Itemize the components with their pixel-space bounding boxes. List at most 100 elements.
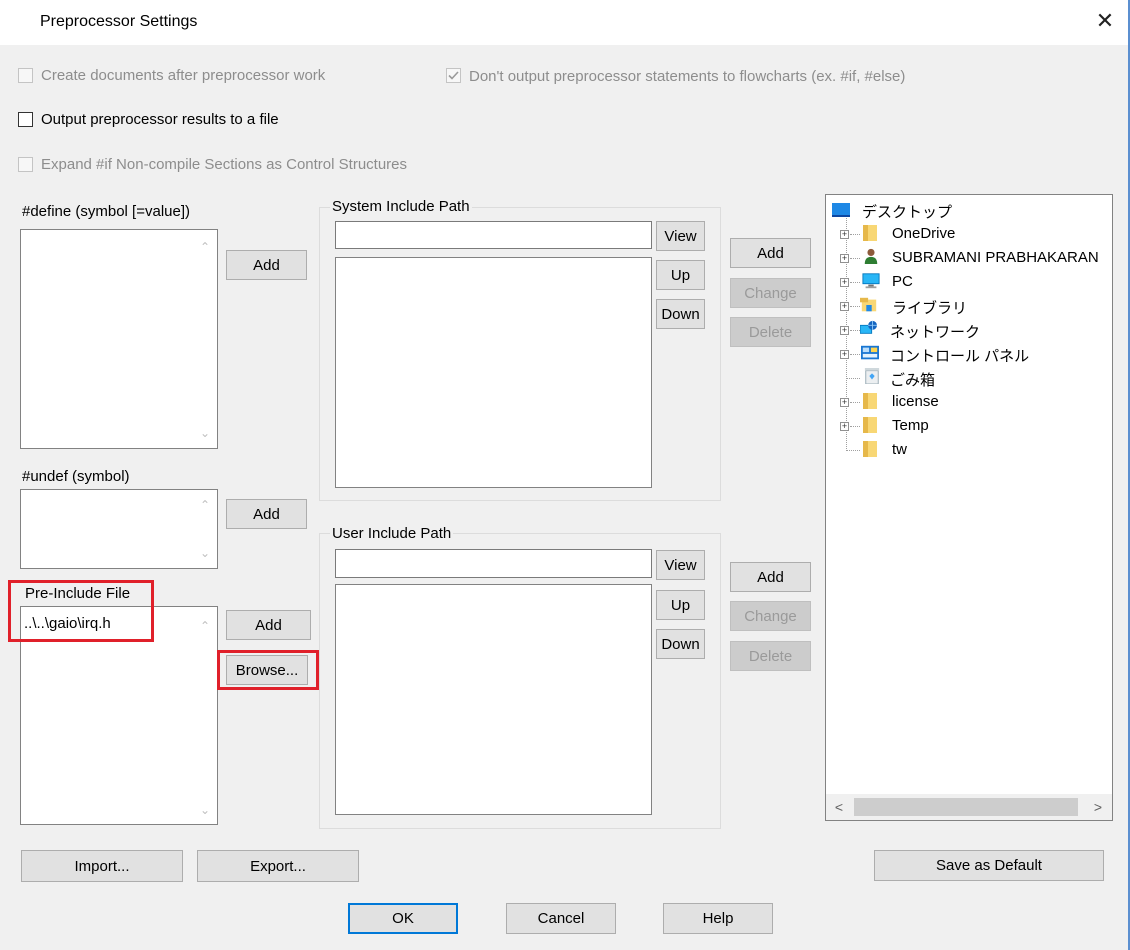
title-bar: Preprocessor Settings ✕ bbox=[0, 0, 1128, 45]
expand-if-checkbox[interactable] bbox=[18, 157, 33, 172]
system-change-button[interactable]: Change bbox=[730, 278, 811, 308]
help-button[interactable]: Help bbox=[663, 903, 773, 934]
network-icon bbox=[860, 320, 877, 334]
create-docs-checkbox[interactable] bbox=[18, 68, 33, 83]
tree-connector bbox=[850, 402, 860, 403]
expand-icon[interactable]: + bbox=[840, 398, 849, 407]
system-delete-button[interactable]: Delete bbox=[730, 317, 811, 347]
folder-icon bbox=[863, 225, 877, 241]
tree-connector bbox=[846, 450, 860, 451]
tree-connector bbox=[850, 426, 860, 427]
tree-connector bbox=[846, 378, 860, 379]
tree-item-control-panel[interactable]: + コントロール パネル bbox=[826, 343, 1112, 365]
highlight-box bbox=[8, 580, 154, 642]
scroll-up-icon[interactable]: ⌃ bbox=[197, 498, 213, 512]
user-icon bbox=[864, 248, 878, 264]
undef-label: #undef (symbol) bbox=[22, 468, 130, 485]
define-label: #define (symbol [=value]) bbox=[22, 203, 191, 220]
control-panel-icon bbox=[861, 345, 879, 360]
scroll-thumb[interactable] bbox=[854, 798, 1078, 816]
output-to-file-checkbox[interactable] bbox=[18, 112, 33, 127]
user-include-list[interactable] bbox=[335, 584, 652, 815]
tree-horizontal-scrollbar[interactable]: < > bbox=[826, 794, 1112, 820]
ok-button[interactable]: OK bbox=[348, 903, 458, 934]
user-up-button[interactable]: Up bbox=[656, 590, 705, 620]
tree-item-license[interactable]: + license bbox=[826, 391, 1112, 413]
tree-connector bbox=[850, 234, 860, 235]
expand-icon[interactable]: + bbox=[840, 326, 849, 335]
tree-item-tw[interactable]: tw bbox=[826, 439, 1112, 461]
tree-connector bbox=[850, 258, 860, 259]
tree-item-library[interactable]: + ライブラリ bbox=[826, 295, 1112, 317]
scroll-down-icon[interactable]: ⌄ bbox=[197, 426, 213, 440]
tree-label: ごみ箱 bbox=[890, 372, 936, 389]
tree-connector bbox=[850, 330, 860, 331]
system-include-input[interactable] bbox=[335, 221, 652, 249]
system-add-button[interactable]: Add bbox=[730, 238, 811, 268]
expand-icon[interactable]: + bbox=[840, 422, 849, 431]
folder-icon bbox=[863, 441, 877, 457]
expand-icon[interactable]: + bbox=[840, 302, 849, 311]
close-icon[interactable]: ✕ bbox=[1094, 10, 1116, 32]
system-view-button[interactable]: View bbox=[656, 221, 705, 251]
tree-item-user[interactable]: + SUBRAMANI PRABHAKARAN bbox=[826, 247, 1112, 269]
library-icon bbox=[860, 297, 877, 312]
tree-connector bbox=[850, 354, 860, 355]
undef-list[interactable]: ⌃ ⌄ bbox=[20, 489, 218, 569]
output-to-file-label: Output preprocessor results to a file bbox=[41, 111, 279, 128]
tree-label: OneDrive bbox=[892, 225, 956, 242]
user-delete-button[interactable]: Delete bbox=[730, 641, 811, 671]
tree-connector bbox=[850, 306, 860, 307]
tree-item-desktop[interactable]: デスクトップ bbox=[826, 199, 1112, 221]
save-as-default-button[interactable]: Save as Default bbox=[874, 850, 1104, 881]
user-view-button[interactable]: View bbox=[656, 550, 705, 580]
user-include-label: User Include Path bbox=[330, 525, 454, 542]
user-down-button[interactable]: Down bbox=[656, 629, 705, 659]
cancel-button[interactable]: Cancel bbox=[506, 903, 616, 934]
tree-label: tw bbox=[892, 441, 907, 458]
tree-label: license bbox=[892, 393, 939, 410]
import-button[interactable]: Import... bbox=[21, 850, 183, 882]
user-change-button[interactable]: Change bbox=[730, 601, 811, 631]
folder-icon bbox=[863, 417, 877, 433]
system-up-button[interactable]: Up bbox=[656, 260, 705, 290]
expand-icon[interactable]: + bbox=[840, 254, 849, 263]
undef-add-button[interactable]: Add bbox=[226, 499, 307, 529]
tree-item-network[interactable]: + ネットワーク bbox=[826, 319, 1112, 341]
scroll-left-icon[interactable]: < bbox=[830, 798, 848, 816]
scroll-right-icon[interactable]: > bbox=[1089, 798, 1107, 816]
scroll-down-icon[interactable]: ⌄ bbox=[197, 803, 213, 817]
tree-item-recycle-bin[interactable]: ごみ箱 bbox=[826, 367, 1112, 389]
scroll-down-icon[interactable]: ⌄ bbox=[197, 546, 213, 560]
window-title: Preprocessor Settings bbox=[40, 13, 198, 30]
expand-if-label: Expand #if Non-compile Sections as Contr… bbox=[41, 156, 408, 173]
create-docs-label: Create documents after preprocessor work bbox=[41, 67, 326, 84]
define-add-button[interactable]: Add bbox=[226, 250, 307, 280]
expand-icon[interactable]: + bbox=[840, 350, 849, 359]
computer-icon bbox=[862, 273, 880, 289]
folder-tree[interactable]: デスクトップ + OneDrive + SUBRAMANI PRABHAKARA… bbox=[825, 194, 1113, 821]
tree-label: ライブラリ bbox=[892, 300, 968, 317]
user-include-input[interactable] bbox=[335, 549, 652, 578]
checkmark-icon bbox=[448, 71, 459, 80]
export-button[interactable]: Export... bbox=[197, 850, 359, 882]
highlight-box bbox=[217, 650, 319, 690]
user-add-button[interactable]: Add bbox=[730, 562, 811, 592]
scroll-up-icon[interactable]: ⌃ bbox=[197, 240, 213, 254]
system-include-list[interactable] bbox=[335, 257, 652, 488]
no-output-statements-checkbox[interactable] bbox=[446, 68, 461, 83]
preinclude-add-button[interactable]: Add bbox=[226, 610, 311, 640]
system-down-button[interactable]: Down bbox=[656, 299, 705, 329]
tree-item-pc[interactable]: + PC bbox=[826, 271, 1112, 293]
tree-label: Temp bbox=[892, 417, 929, 434]
expand-icon[interactable]: + bbox=[840, 278, 849, 287]
tree-label: ネットワーク bbox=[890, 324, 981, 341]
tree-label: PC bbox=[892, 273, 913, 290]
tree-item-onedrive[interactable]: + OneDrive bbox=[826, 223, 1112, 245]
tree-item-temp[interactable]: + Temp bbox=[826, 415, 1112, 437]
tree-label: SUBRAMANI PRABHAKARAN bbox=[892, 249, 1099, 266]
define-list[interactable]: ⌃ ⌄ bbox=[20, 229, 218, 449]
scroll-up-icon[interactable]: ⌃ bbox=[197, 619, 213, 633]
recycle-bin-icon bbox=[864, 368, 880, 384]
expand-icon[interactable]: + bbox=[840, 230, 849, 239]
